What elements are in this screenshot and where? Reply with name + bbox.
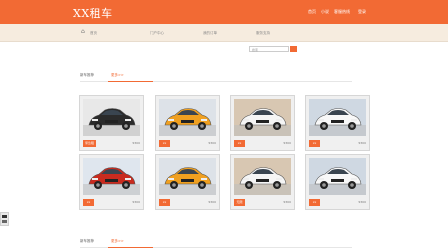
rent-tag[interactable]: xx [159, 199, 170, 206]
nav-novel-link[interactable]: 小说 [321, 9, 329, 15]
subnav-item-orders[interactable]: 我的订单 [203, 31, 217, 36]
nav-home-link[interactable]: 首页 [308, 9, 316, 15]
widget-icon [2, 215, 7, 218]
section-header: 新车推荐 更多>> [80, 73, 352, 82]
car-card[interactable]: xx ¥300 [79, 154, 144, 210]
car-card[interactable]: 紧急租 ¥300 [79, 95, 144, 151]
nav-login-link[interactable]: 登录 [358, 9, 366, 15]
subnav-item-home[interactable]: 首页 [90, 31, 97, 36]
subnav-item-portal[interactable]: 门户中心 [150, 31, 164, 36]
car-photo[interactable] [83, 99, 140, 136]
car-card[interactable]: xx ¥300 [305, 154, 370, 210]
car-photo[interactable] [234, 99, 291, 136]
more-link[interactable]: 更多>> [111, 73, 124, 78]
sub-navigation: ⌂ 首页 门户中心 我的订单 服务支持 [0, 24, 448, 42]
nav-hotline-link[interactable]: 客服热线 [334, 9, 350, 15]
car-photo[interactable] [309, 99, 366, 136]
car-photo[interactable] [83, 158, 140, 195]
rent-tag[interactable]: xx [159, 140, 170, 147]
widget-icon [2, 220, 7, 223]
price-label: ¥300 [132, 200, 140, 204]
section-header: 新车推荐 更多>> [80, 239, 352, 248]
rent-tag[interactable]: xx [83, 199, 94, 206]
price-label: ¥300 [283, 141, 291, 145]
car-photo[interactable] [309, 158, 366, 195]
price-label: ¥300 [358, 141, 366, 145]
price-label: ¥300 [208, 141, 216, 145]
car-photo[interactable] [234, 158, 291, 195]
rent-tag[interactable]: xx [309, 199, 320, 206]
rent-tag[interactable]: 无限 [234, 199, 245, 206]
price-label: ¥300 [208, 200, 216, 204]
home-icon: ⌂ [81, 28, 85, 35]
section-title: 新车推荐 [80, 239, 94, 243]
top-bar: XX租车 首页 小说 客服热线 登录 [0, 0, 448, 24]
car-card[interactable]: xx ¥300 [230, 95, 295, 151]
price-label: ¥300 [132, 141, 140, 145]
car-card[interactable]: xx ¥300 [155, 154, 220, 210]
car-card[interactable]: 无限 ¥300 [230, 154, 295, 210]
car-card[interactable]: xx ¥300 [155, 95, 220, 151]
site-logo[interactable]: XX租车 [73, 5, 113, 21]
more-link[interactable]: 更多>> [111, 239, 124, 244]
floating-side-widget[interactable] [0, 212, 9, 226]
subnav-item-support[interactable]: 服务支持 [256, 31, 270, 36]
rent-tag[interactable]: 紧急租 [83, 140, 97, 147]
rent-tag[interactable]: xx [309, 140, 320, 147]
section-title: 新车推荐 [80, 73, 94, 77]
section-underline [108, 247, 153, 248]
search-input[interactable]: 搜索 [249, 46, 289, 52]
car-card[interactable]: xx ¥300 [305, 95, 370, 151]
rent-tag[interactable]: xx [234, 140, 245, 147]
car-photo[interactable] [159, 99, 216, 136]
price-label: ¥300 [358, 200, 366, 204]
search-button[interactable] [290, 46, 297, 52]
section-underline [108, 81, 153, 82]
price-label: ¥300 [283, 200, 291, 204]
car-photo[interactable] [159, 158, 216, 195]
